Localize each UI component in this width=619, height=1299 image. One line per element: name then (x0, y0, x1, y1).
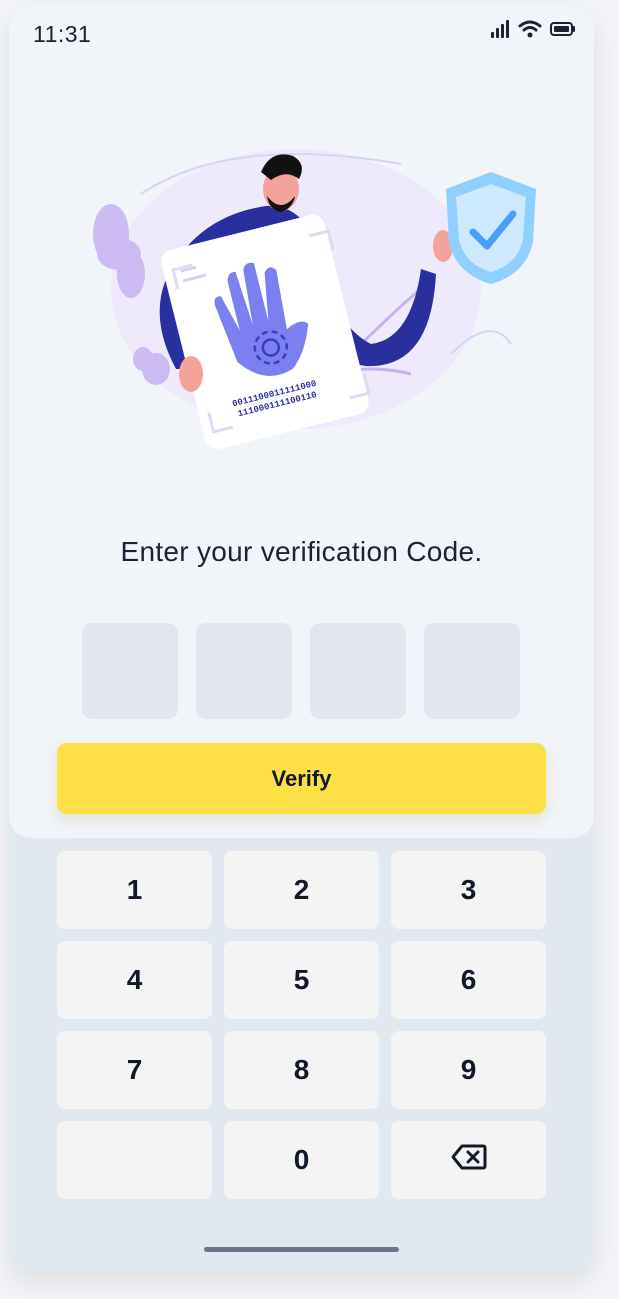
backspace-icon (451, 1144, 487, 1177)
key-4[interactable]: 4 (57, 941, 212, 1019)
key-9[interactable]: 9 (391, 1031, 546, 1109)
code-digit-box-3[interactable] (310, 623, 406, 719)
key-1[interactable]: 1 (57, 851, 212, 929)
code-input-row (82, 623, 520, 719)
verification-illustration: 0011100011111000 111000111100110 (71, 134, 541, 464)
verification-prompt: Enter your verification Code. (120, 536, 483, 567)
key-5[interactable]: 5 (224, 941, 379, 1019)
battery-icon (550, 21, 576, 42)
code-digit-box-2[interactable] (196, 623, 292, 719)
key-7[interactable]: 7 (57, 1031, 212, 1109)
status-time: 11:31 (33, 21, 92, 47)
code-digit-box-1[interactable] (82, 623, 178, 719)
verify-button[interactable]: Verify (57, 743, 546, 814)
phone-screen: 11:31 0011100011111000 111000111100110 E… (9, 4, 594, 1271)
status-icons (490, 20, 576, 43)
top-panel: 11:31 0011100011111000 111000111100110 E… (9, 4, 594, 838)
numeric-keypad: 1 2 3 4 5 6 7 8 9 0 (57, 851, 546, 1199)
key-blank (57, 1121, 212, 1199)
key-8[interactable]: 8 (224, 1031, 379, 1109)
signal-icon (490, 20, 510, 43)
backspace-key[interactable] (391, 1121, 546, 1199)
home-indicator[interactable] (204, 1247, 399, 1252)
key-2[interactable]: 2 (224, 851, 379, 929)
key-0[interactable]: 0 (224, 1121, 379, 1199)
wifi-icon (518, 20, 542, 43)
code-digit-box-4[interactable] (424, 623, 520, 719)
key-6[interactable]: 6 (391, 941, 546, 1019)
key-3[interactable]: 3 (391, 851, 546, 929)
